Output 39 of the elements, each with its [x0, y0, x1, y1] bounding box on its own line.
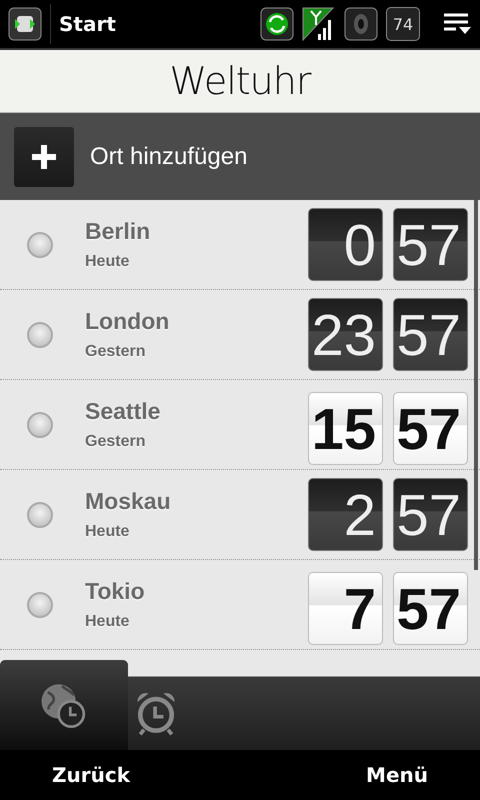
day-label: Heute	[85, 523, 130, 541]
day-label: Gestern	[85, 343, 146, 361]
hour-tile: 23	[308, 298, 383, 371]
hour-tile: 0	[308, 208, 383, 281]
hour-tile: 15	[308, 392, 383, 465]
day-label: Gestern	[85, 433, 146, 451]
back-softkey[interactable]: Zurück	[0, 763, 182, 787]
radio-button[interactable]	[27, 412, 53, 438]
app-title: Start	[59, 12, 116, 36]
day-label: Heute	[85, 253, 130, 271]
scrollbar[interactable]	[474, 200, 478, 570]
add-button[interactable]	[14, 126, 74, 186]
sync-icon[interactable]	[260, 7, 294, 41]
add-location-label[interactable]: Ort hinzufügen	[90, 142, 248, 170]
city-name: Tokio	[85, 578, 146, 605]
city-name: Seattle	[85, 398, 162, 425]
city-name: Moskau	[85, 488, 172, 515]
day-label: Heute	[85, 613, 130, 631]
minute-tile: 57	[393, 572, 468, 645]
radio-button[interactable]	[27, 592, 53, 618]
world-clock-tab[interactable]	[0, 660, 128, 750]
radio-button[interactable]	[27, 232, 53, 258]
hour-tile: 2	[308, 478, 383, 551]
battery-indicator[interactable]: 74	[386, 7, 420, 41]
city-name: London	[85, 308, 170, 335]
menu-icon[interactable]	[442, 12, 472, 36]
radio-button[interactable]	[27, 502, 53, 528]
speaker-icon[interactable]	[344, 7, 378, 41]
menu-softkey[interactable]: Menü	[314, 763, 480, 787]
city-name: Berlin	[85, 218, 152, 245]
hour-tile: 7	[308, 572, 383, 645]
minute-tile: 57	[393, 392, 468, 465]
signal-icon[interactable]	[302, 7, 336, 41]
start-icon[interactable]	[8, 7, 42, 41]
minute-tile: 57	[393, 208, 468, 281]
minute-tile: 57	[393, 298, 468, 371]
page-title: Weltuhr	[170, 59, 310, 103]
minute-tile: 57	[393, 478, 468, 551]
radio-button[interactable]	[27, 322, 53, 348]
